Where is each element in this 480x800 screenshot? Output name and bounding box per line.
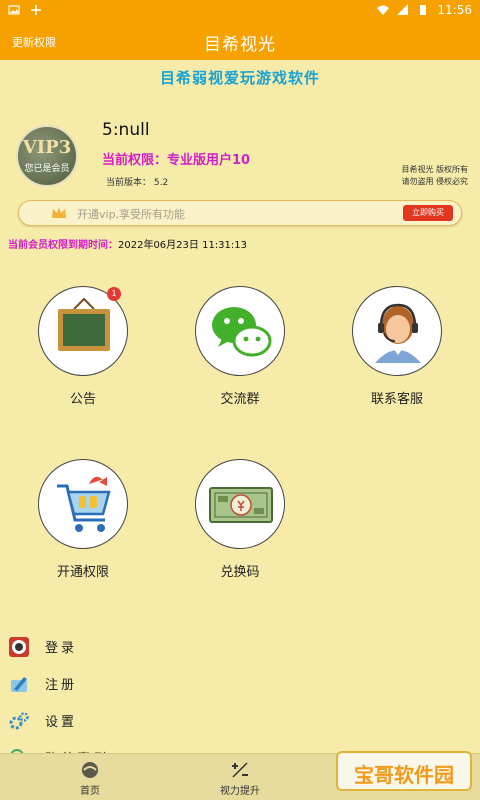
shopping-cart-icon [57,476,111,532]
headset-agent-icon [375,303,421,363]
menu-label: 登录 [45,641,78,656]
announcement-circle: 1 [38,286,128,376]
settings-icon [9,711,29,729]
app-subtitle: 目希弱视爱玩游戏软件 [159,69,320,87]
permission-level: 当前权限：专业版用户10 [102,153,251,168]
expiry-value: 2022年06月23日 11:31:13 [118,240,247,251]
watermark: 宝哥软件园 [336,751,472,791]
tile-label: 兑换码 [220,565,260,580]
nav-home[interactable]: 首页 [40,760,140,797]
menu-label: 设置 [45,715,78,730]
membership-expiry: 当前会员权限到期时间：2022年06月23日 11:31:13 [8,236,247,251]
wifi-icon [377,5,390,15]
tile-label: 开通权限 [56,565,109,580]
copyright-line: 目希视光 版权所有 [401,165,468,174]
image-icon [8,5,20,15]
tile-open-permission[interactable]: 开通权限 [23,459,143,580]
tile-chat-group[interactable]: 交流群 [180,286,300,407]
redeem-code-circle [195,459,285,549]
banknote-icon [209,487,273,523]
customer-service-circle [352,286,442,376]
vip-banner-text: 开通vip,享受所有功能 [77,208,186,221]
app-bar: 更新权限 目希视光 [0,22,480,60]
tile-announcement[interactable]: 1 公告 [23,286,143,407]
status-time: 11:56 [437,3,472,17]
vip-status: 您已是会员 [24,164,70,174]
wechat-icon [212,307,272,357]
copyright-line: 请勿盗用 侵权必究 [401,177,468,186]
username: 5:null [102,120,150,140]
page-title: 目希视光 [204,35,276,55]
nav-label: 首页 [80,786,100,797]
watermark-text: 宝哥软件园 [354,763,454,787]
vip-banner[interactable]: 开通vip,享受所有功能 立即购买 [18,200,462,226]
chat-group-circle [195,286,285,376]
menu-item-register[interactable]: 注册 [8,665,308,702]
status-bar: 11:56 [0,0,480,22]
tile-customer-service[interactable]: 联系客服 [337,286,457,407]
notification-badge: 1 [107,287,121,301]
register-icon [11,676,27,692]
plus-minus-icon [232,762,248,778]
menu-item-settings[interactable]: 设置 [8,702,308,739]
tile-label: 联系客服 [370,392,423,407]
crown-icon [52,207,66,218]
tile-label: 公告 [69,392,96,407]
open-permission-circle [38,459,128,549]
copyright: 目希视光 版权所有 请勿盗用 侵权必究 [401,164,468,188]
vip-level: VIP3 [22,137,72,158]
menu-label: 注册 [45,678,78,693]
buy-now-button[interactable]: 立即购买 [403,205,453,221]
nav-vision-improve[interactable]: 视力提升 [190,760,290,797]
signal-icon [397,4,409,15]
app-version: 当前版本： 5.2 [106,178,169,188]
tile-label: 交流群 [220,392,260,407]
login-icon [9,636,29,657]
avatar[interactable]: VIP3 您已是会员 [16,125,78,187]
nav-label: 视力提升 [220,786,260,797]
home-icon [82,762,98,778]
add-icon [31,5,41,15]
menu-item-login[interactable]: 登录 [8,628,308,665]
expiry-label: 当前会员权限到期时间： [8,240,118,251]
tile-redeem-code[interactable]: 兑换码 [180,459,300,580]
battery-icon [420,5,427,15]
